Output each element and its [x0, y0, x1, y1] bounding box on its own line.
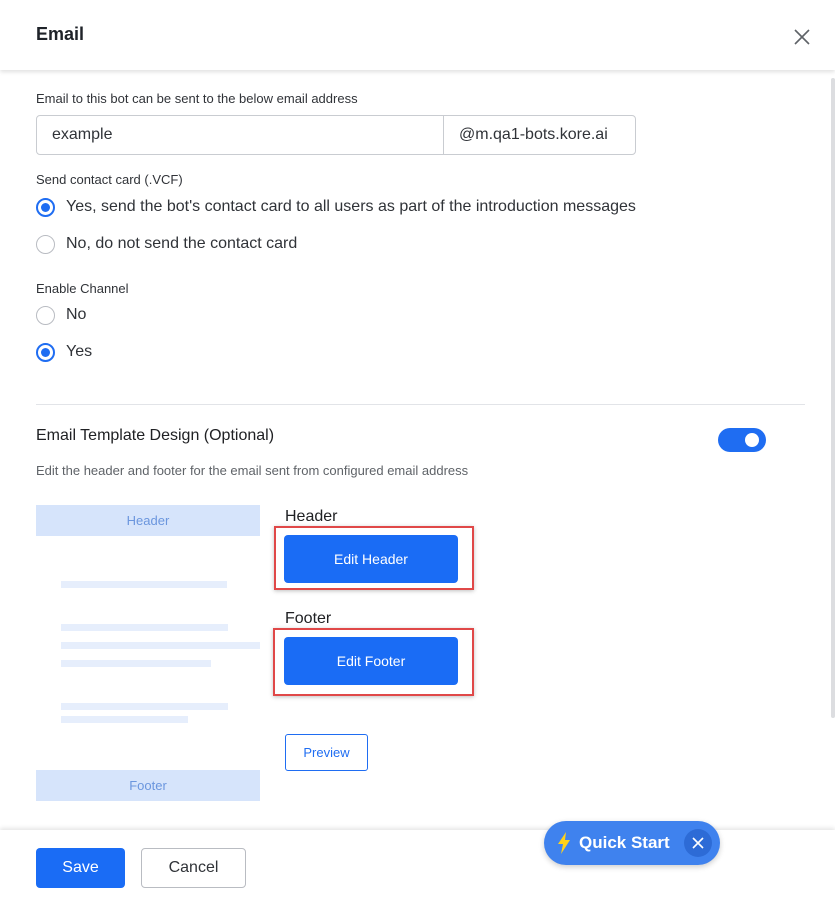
- edit-footer-button[interactable]: Edit Footer: [284, 637, 458, 685]
- edit-header-button[interactable]: Edit Header: [284, 535, 458, 583]
- contact-card-label: Send contact card (.VCF): [36, 172, 183, 187]
- mockup-line: [61, 703, 228, 710]
- mockup-line: [61, 581, 227, 588]
- close-icon[interactable]: [792, 27, 812, 47]
- template-design-description: Edit the header and footer for the email…: [36, 463, 469, 478]
- save-button[interactable]: Save: [36, 848, 125, 888]
- radio-label: Yes: [66, 343, 93, 360]
- section-divider: [36, 404, 805, 405]
- dialog-title: Email: [36, 24, 85, 44]
- lightning-bolt-icon: [558, 832, 570, 854]
- header-label: Header: [285, 508, 338, 525]
- radio-checked-icon[interactable]: [36, 197, 55, 217]
- cancel-button[interactable]: Cancel: [141, 848, 246, 888]
- email-label: Email to this bot can be sent to the bel…: [36, 91, 358, 106]
- scrollbar[interactable]: [831, 78, 835, 718]
- radio-label: No: [66, 306, 87, 323]
- enable-channel-option-no[interactable]: No: [36, 305, 86, 325]
- template-mockup-header: Header: [36, 505, 260, 536]
- quick-start-close-button[interactable]: [684, 829, 712, 857]
- footer-label: Footer: [285, 610, 332, 627]
- preview-button[interactable]: Preview: [285, 734, 368, 771]
- radio-unchecked-icon[interactable]: [36, 305, 55, 325]
- template-design-toggle[interactable]: [718, 428, 766, 452]
- template-mockup-footer: Footer: [36, 770, 260, 801]
- mockup-line: [61, 642, 260, 649]
- radio-checked-icon[interactable]: [36, 342, 55, 362]
- email-domain-suffix: @m.qa1-bots.kore.ai: [443, 115, 636, 155]
- quick-start-label: Quick Start: [579, 833, 670, 852]
- toggle-knob: [745, 433, 759, 447]
- dialog-header: Email: [0, 0, 835, 70]
- radio-label: No, do not send the contact card: [66, 235, 298, 252]
- mockup-line: [61, 624, 228, 631]
- radio-label: Yes, send the bot's contact card to all …: [66, 198, 636, 215]
- mockup-line: [61, 716, 188, 723]
- enable-channel-option-yes[interactable]: Yes: [36, 342, 92, 362]
- contact-card-option-yes[interactable]: Yes, send the bot's contact card to all …: [36, 197, 636, 217]
- quick-start-button[interactable]: Quick Start: [544, 821, 720, 865]
- radio-unchecked-icon[interactable]: [36, 234, 55, 254]
- email-field[interactable]: [36, 115, 444, 155]
- template-design-title: Email Template Design (Optional): [36, 427, 275, 444]
- mockup-line: [61, 660, 211, 667]
- enable-channel-label: Enable Channel: [36, 281, 129, 296]
- close-icon: [692, 837, 704, 849]
- contact-card-option-no[interactable]: No, do not send the contact card: [36, 234, 297, 254]
